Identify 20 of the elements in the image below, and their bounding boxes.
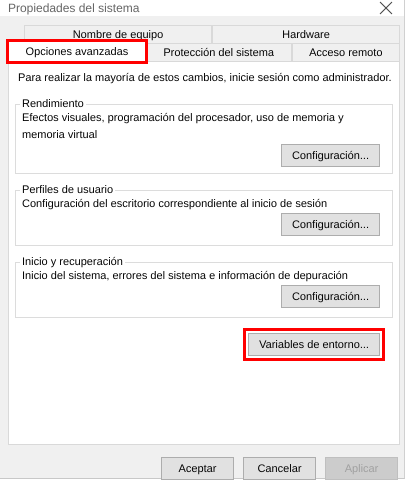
settings-button[interactable]: Configuración... [280,144,380,167]
close-button[interactable] [378,0,394,16]
group-description: Configuración del escritorio correspondiente al inicio de sesión [22,197,328,212]
tab[interactable]: Opciones avanzadas [8,41,146,62]
group-description: Efectos visuales, programación del procesador, uso de memoria y memoria virtual [22,111,345,143]
tab[interactable]: Hardware [212,25,400,43]
window-title: Propiedades del sistema [8,1,140,15]
dialog-button[interactable]: Aceptar [161,457,234,480]
group-title: Perfiles de usuario [21,184,114,196]
environment-variables-button[interactable]: Variables de entorno... [248,333,380,356]
dialog-button[interactable]: Cancelar [243,457,316,480]
close-icon [378,0,394,16]
notice-text: Para realizar la mayoría de estos cambios, inicie sesión como administrador. [17,72,393,84]
group-title: Rendimiento [21,98,85,110]
group-description: Inicio del sistema, errores del sistema e información de depuración [22,269,349,284]
tab[interactable]: Protección del sistema [146,43,292,61]
group-title: Inicio y recuperación [21,256,124,268]
settings-button[interactable]: Configuración... [280,213,380,236]
settings-button[interactable]: Configuración... [280,285,380,308]
tab[interactable]: Acceso remoto [292,43,400,61]
